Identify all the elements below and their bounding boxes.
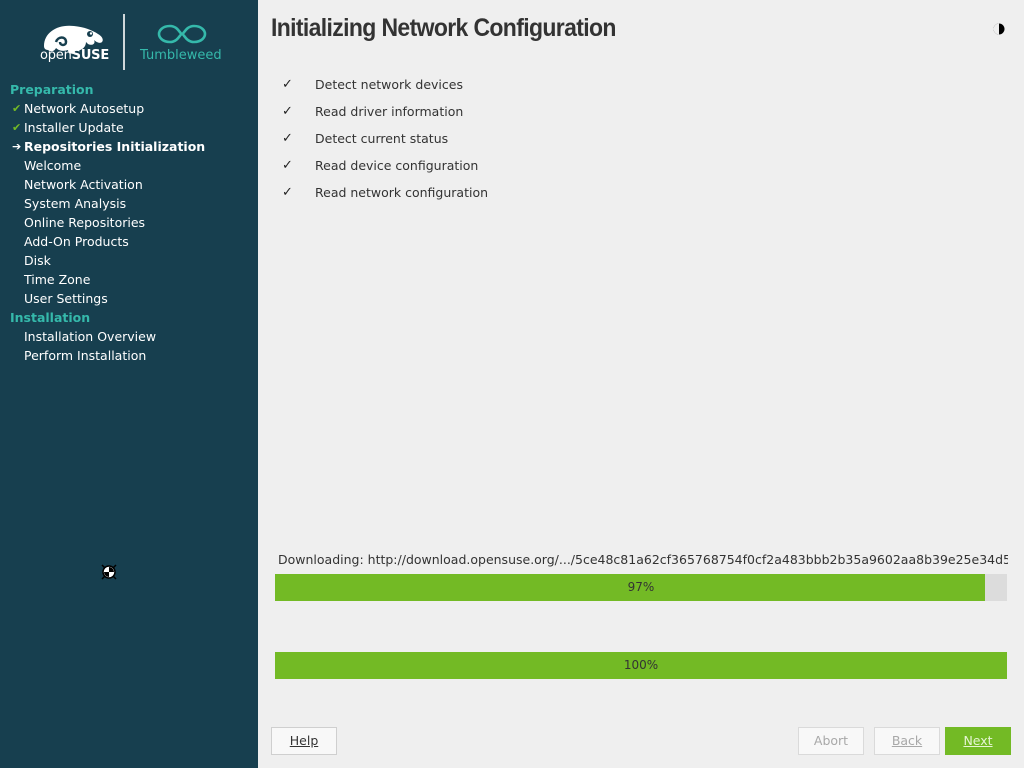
tumbleweed-infinity-logo — [157, 24, 207, 44]
check-icon: ✓ — [282, 158, 293, 173]
page-title: Initializing Network Configuration — [271, 14, 616, 42]
progress-text: 97% — [627, 580, 655, 594]
check-icon: ✓ — [282, 104, 293, 119]
abort-button[interactable]: Abort — [798, 727, 864, 755]
task-item: ✓ Read network configuration — [280, 183, 488, 210]
step-label: Perform Installation — [24, 348, 147, 363]
step-label: User Settings — [24, 291, 108, 306]
check-icon: ✔ — [12, 102, 22, 115]
back-button-label: Back — [891, 733, 923, 748]
download-progress-bar: 97% — [275, 574, 1007, 601]
next-button-label: Next — [963, 733, 993, 748]
progress-text: 100% — [623, 658, 659, 672]
step-label: System Analysis — [24, 196, 127, 211]
step-repositories-initialization: ➔ Repositories Initialization — [0, 137, 258, 156]
check-icon: ✓ — [282, 185, 293, 200]
help-button-label: Help — [289, 733, 319, 748]
step-label: Repositories Initialization — [24, 139, 206, 154]
check-icon: ✓ — [282, 131, 293, 146]
check-icon: ✔ — [12, 121, 22, 134]
check-icon: ✓ — [282, 77, 293, 92]
step-label: Add-On Products — [24, 234, 129, 249]
step-system-analysis: System Analysis — [0, 194, 258, 213]
logo-area: openSUSE Tumbleweed — [0, 0, 258, 80]
step-label: Disk — [24, 253, 51, 268]
edition-name: Tumbleweed — [140, 48, 222, 63]
step-time-zone: Time Zone — [0, 270, 258, 289]
next-button[interactable]: Next — [945, 727, 1011, 755]
total-progress-bar: 100% — [275, 652, 1007, 679]
step-label: Online Repositories — [24, 215, 146, 230]
section-header-installation: Installation — [10, 310, 91, 325]
installation-steps: Preparation ✔ Network Autosetup ✔ Installe… — [0, 80, 258, 365]
task-item: ✓ Detect current status — [280, 129, 488, 156]
step-label: Installation Overview — [24, 329, 157, 344]
step-label: Welcome — [24, 158, 82, 173]
logo-divider — [123, 14, 125, 70]
task-label: Detect current status — [315, 131, 449, 146]
step-user-settings: User Settings — [0, 289, 258, 308]
step-installer-update: ✔ Installer Update — [0, 118, 258, 137]
sidebar: openSUSE Tumbleweed Preparation ✔ Network… — [0, 0, 258, 768]
step-online-repositories: Online Repositories — [0, 213, 258, 232]
contrast-toggle-icon[interactable] — [992, 22, 1006, 36]
opensuse-wordmark: openSUSE — [40, 48, 110, 63]
step-welcome: Welcome — [0, 156, 258, 175]
step-label: Installer Update — [24, 120, 124, 135]
task-item: ✓ Detect network devices — [280, 75, 488, 102]
busy-cursor-icon — [101, 564, 117, 580]
arrow-right-icon: ➔ — [12, 140, 22, 153]
back-button[interactable]: Back — [874, 727, 940, 755]
task-label: Read network configuration — [315, 185, 489, 200]
step-label: Network Activation — [24, 177, 143, 192]
section-header-preparation: Preparation — [10, 82, 94, 97]
task-item: ✓ Read device configuration — [280, 156, 488, 183]
main-content: Initializing Network Configuration ✓ Dete… — [258, 0, 1024, 768]
task-label: Detect network devices — [315, 77, 463, 92]
step-label: Network Autosetup — [24, 101, 145, 116]
download-status-label: Downloading: http://download.opensuse.or… — [278, 552, 1008, 567]
help-button[interactable]: Help — [271, 727, 337, 755]
step-network-activation: Network Activation — [0, 175, 258, 194]
step-label: Time Zone — [24, 272, 91, 287]
step-perform-installation: Perform Installation — [0, 346, 258, 365]
task-label: Read driver information — [315, 104, 464, 119]
step-network-autosetup: ✔ Network Autosetup — [0, 99, 258, 118]
step-add-on-products: Add-On Products — [0, 232, 258, 251]
task-item: ✓ Read driver information — [280, 102, 488, 129]
abort-button-label: Abort — [813, 733, 849, 748]
step-disk: Disk — [0, 251, 258, 270]
task-list: ✓ Detect network devices ✓ Read driver inf… — [280, 75, 488, 210]
step-installation-overview: Installation Overview — [0, 327, 258, 346]
task-label: Read device configuration — [315, 158, 479, 173]
